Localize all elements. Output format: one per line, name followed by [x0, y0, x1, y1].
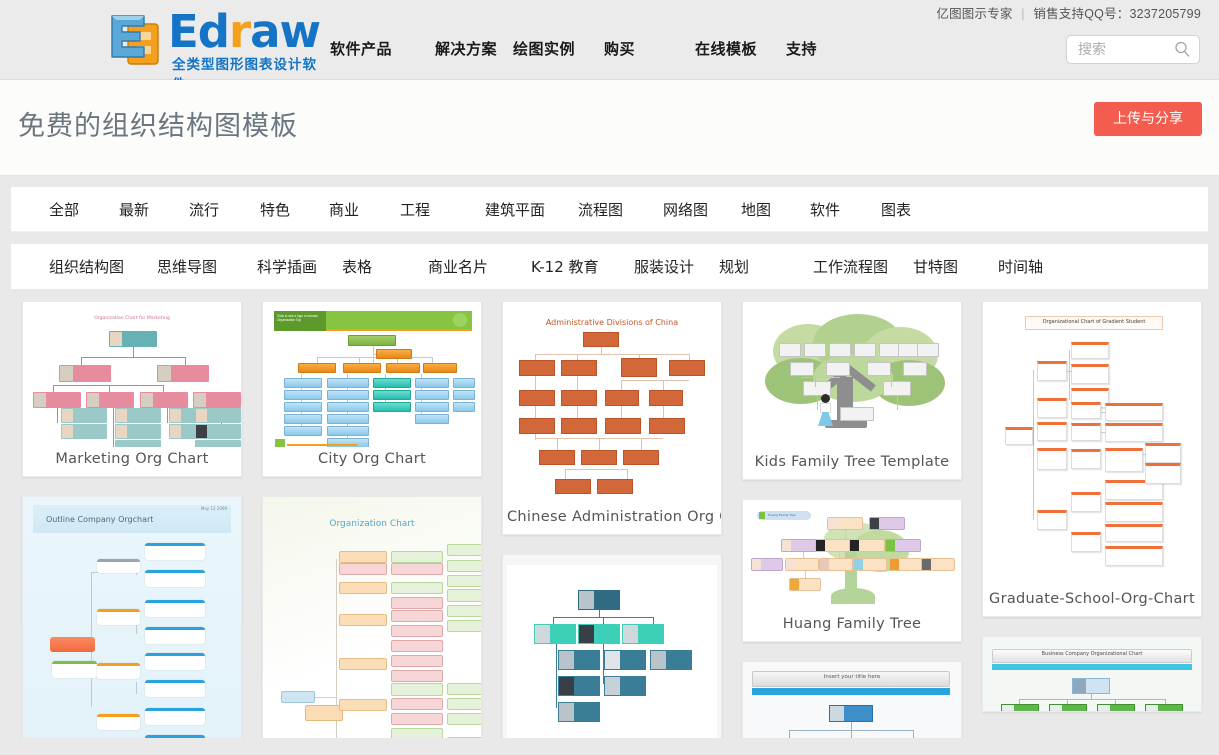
search-box[interactable]: [1066, 35, 1200, 64]
gallery-column-5: Organizational Chart of Gradient Student: [982, 301, 1202, 731]
filter-k12-education[interactable]: K-12 教育: [531, 256, 634, 277]
template-card[interactable]: Organization Chart for Marketing Marketi…: [22, 301, 242, 477]
filter-planning[interactable]: 规划: [719, 256, 813, 277]
filter-business-card[interactable]: 商业名片: [428, 256, 531, 277]
upload-share-button[interactable]: 上传与分享: [1094, 102, 1202, 136]
nav-item-products[interactable]: 软件产品: [330, 38, 435, 59]
filter-engineering[interactable]: 工程: [400, 199, 485, 220]
template-card[interactable]: Administrative Divisions of China Chines…: [502, 301, 722, 535]
thumb-inner-title: Click to see a logo or choose Organizati…: [277, 314, 318, 323]
topbar-separator: |: [1021, 7, 1025, 21]
thumb-date: May 12 2009: [200, 506, 227, 511]
template-card[interactable]: May 12 2009 Outline Company Orgchart: [22, 496, 242, 738]
template-thumbnail: Huang Family Tree: [743, 500, 961, 612]
thumb-inner-title: Insert your title here: [823, 674, 881, 680]
main-nav: 软件产品 解决方案 绘图实例 购买 在线模板 支持: [330, 38, 846, 59]
logo-wordmark: Edraw: [168, 5, 321, 58]
site-header: 亿图图示专家 | 销售支持QQ号：3237205799 Edraw 全类型图形图…: [0, 0, 1219, 93]
filter-science-illus[interactable]: 科学插画: [257, 256, 342, 277]
template-thumbnail: Click to see a logo or choose Organizati…: [263, 302, 481, 447]
category-filters: 全部 最新 流行 特色 商业 工程 建筑平面 流程图 网络图 地图 软件 图表 …: [0, 176, 1219, 289]
filter-newest[interactable]: 最新: [119, 199, 189, 220]
template-thumbnail: Administrative Divisions of China: [503, 302, 721, 505]
nav-item-support[interactable]: 支持: [786, 38, 846, 59]
nav-item-examples[interactable]: 绘图实例: [513, 38, 604, 59]
filter-network[interactable]: 网络图: [663, 199, 741, 220]
template-card[interactable]: Organizational Chart of Gradient Student: [982, 301, 1202, 617]
template-caption: City Org Chart: [317, 451, 426, 467]
nav-item-templates[interactable]: 在线模板: [695, 38, 786, 59]
template-card[interactable]: Huang Family Tree Huang Family Tree: [742, 499, 962, 642]
thumb-inner-title: Outline Company Orgchart: [46, 515, 154, 524]
chart-node: [115, 440, 161, 447]
template-thumbnail: Business Company Organizational Chart: [983, 637, 1201, 711]
filter-flowchart[interactable]: 流程图: [578, 199, 663, 220]
filter-all[interactable]: 全部: [49, 199, 119, 220]
filter-map[interactable]: 地图: [741, 199, 810, 220]
chart-node: [195, 440, 241, 447]
page-title: 免费的组织结构图模板: [18, 111, 298, 142]
template-thumbnail: Insert your title here: [743, 662, 961, 738]
thumb-inner-title: Organization Chart: [329, 519, 415, 529]
template-caption: Chinese Administration Org Chart: [507, 509, 721, 525]
filter-table[interactable]: 表格: [342, 256, 428, 277]
template-card[interactable]: Business Company Organizational Chart: [982, 636, 1202, 712]
filter-row-secondary: 组织结构图 思维导图 科学插画 表格 商业名片 K-12 教育 服装设计 规划 …: [11, 244, 1208, 289]
template-thumbnail: Organizational Chart of Gradient Student: [983, 302, 1201, 587]
filter-business[interactable]: 商业: [329, 199, 400, 220]
template-thumbnail: May 12 2009 Outline Company Orgchart: [23, 497, 241, 738]
template-thumbnail: [743, 302, 961, 450]
thumb-inner-title: Huang Family Tree: [768, 513, 796, 517]
filter-fashion-design[interactable]: 服装设计: [634, 256, 719, 277]
filter-popular[interactable]: 流行: [189, 199, 260, 220]
edraw-logo-icon: [106, 10, 168, 68]
filter-floorplan[interactable]: 建筑平面: [485, 199, 578, 220]
template-caption: Graduate-School-Org-Chart: [989, 591, 1195, 607]
filter-gantt[interactable]: 甘特图: [913, 256, 998, 277]
site-logo[interactable]: Edraw 全类型图形图表设计软件: [106, 5, 321, 93]
search-input[interactable]: [1076, 36, 1174, 63]
filter-row-primary: 全部 最新 流行 特色 商业 工程 建筑平面 流程图 网络图 地图 软件 图表: [11, 187, 1208, 232]
filter-chart[interactable]: 图表: [881, 199, 941, 220]
template-card[interactable]: [502, 554, 722, 738]
topbar-support: 销售支持QQ号：3237205799: [1033, 7, 1201, 21]
thumb-inner-title: Organizational Chart of Gradient Student: [1042, 319, 1146, 325]
nav-item-buy[interactable]: 购买: [604, 38, 695, 59]
nav-item-solutions[interactable]: 解决方案: [435, 38, 513, 59]
page-title-bar: 免费的组织结构图模板 上传与分享: [0, 80, 1219, 176]
filter-software[interactable]: 软件: [810, 199, 881, 220]
template-caption: Marketing Org Chart: [55, 451, 209, 467]
topbar-brand: 亿图图示专家: [936, 7, 1013, 21]
gallery-column-4: Kids Family Tree Template Huang Family T…: [742, 301, 962, 738]
template-thumbnail: [503, 555, 721, 738]
filter-workflow[interactable]: 工作流程图: [813, 256, 913, 277]
gallery-column-1: Organization Chart for Marketing Marketi…: [22, 301, 242, 738]
gallery-column-2: Click to see a logo or choose Organizati…: [262, 301, 482, 738]
gallery-column-3: Administrative Divisions of China Chines…: [502, 301, 722, 738]
template-card[interactable]: Organization Chart: [262, 496, 482, 738]
template-caption: Huang Family Tree: [782, 616, 922, 632]
template-caption: Kids Family Tree Template: [754, 454, 950, 470]
template-card[interactable]: Click to see a logo or choose Organizati…: [262, 301, 482, 477]
filter-org-chart[interactable]: 组织结构图: [49, 256, 157, 277]
template-card[interactable]: Insert your title here: [742, 661, 962, 738]
filter-featured[interactable]: 特色: [260, 199, 329, 220]
filter-timeline[interactable]: 时间轴: [998, 256, 1058, 277]
template-card[interactable]: Kids Family Tree Template: [742, 301, 962, 480]
thumb-inner-title: Business Company Organizational Chart: [1041, 651, 1143, 657]
filter-mind-map[interactable]: 思维导图: [157, 256, 257, 277]
topbar: 亿图图示专家 | 销售支持QQ号：3237205799: [936, 3, 1201, 22]
search-icon[interactable]: [1174, 41, 1191, 58]
thumb-inner-title: Administrative Divisions of China: [545, 318, 679, 327]
template-thumbnail: Organization Chart: [263, 497, 481, 738]
template-thumbnail: Organization Chart for Marketing: [23, 302, 241, 447]
template-gallery: Organization Chart for Marketing Marketi…: [0, 301, 1219, 738]
